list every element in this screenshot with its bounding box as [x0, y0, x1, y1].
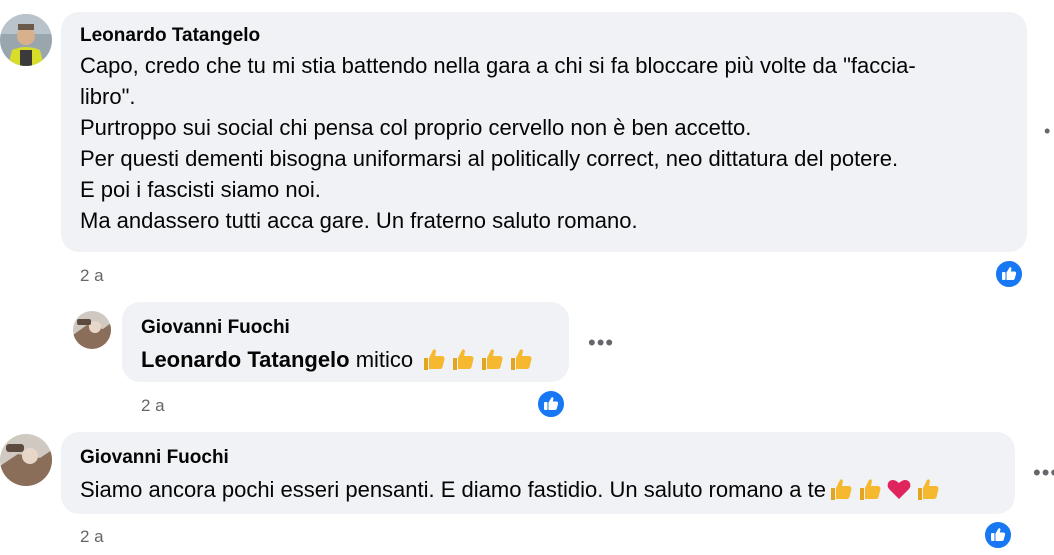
like-icon: [994, 259, 1024, 289]
thumbs-up-icon: [453, 349, 474, 370]
comment-text-line: Capo, credo che tu mi stia battendo nell…: [80, 53, 916, 78]
comment-text-line: Leonardo Tatangelo mitico: [141, 344, 551, 375]
emoji-group: [421, 347, 534, 371]
comment-bubble: Leonardo Tatangelo Capo, credo che tu mi…: [61, 12, 1027, 252]
comment-bubble: Giovanni Fuochi Siamo ancora pochi esser…: [61, 432, 1015, 514]
thumbs-up-icon: [830, 479, 852, 500]
comment-text-line: Purtroppo sui social chi pensa col propr…: [80, 115, 752, 140]
like-reaction-badge[interactable]: [536, 389, 566, 419]
reply-text: mitico: [349, 347, 420, 372]
comment-author[interactable]: Leonardo Tatangelo: [80, 24, 1009, 48]
reply-bubble: Giovanni Fuochi Leonardo Tatangelo mitic…: [122, 302, 569, 382]
comment-text-line: E poi i fascisti siamo noi.: [80, 177, 321, 202]
comment-author[interactable]: Giovanni Fuochi: [80, 446, 997, 470]
comment-timestamp[interactable]: 2 a: [141, 396, 165, 416]
avatar-giovanni-fuochi[interactable]: [0, 434, 52, 486]
like-reaction-badge[interactable]: [983, 520, 1013, 550]
comment-text: Siamo ancora pochi esseri pensanti. E di…: [80, 477, 826, 502]
like-reaction-badge[interactable]: [994, 259, 1024, 289]
thumbs-up-icon: [424, 349, 445, 370]
more-options-button[interactable]: •••: [588, 332, 614, 354]
comment-author[interactable]: Giovanni Fuochi: [141, 316, 551, 340]
avatar-giovanni-fuochi[interactable]: [73, 311, 111, 349]
comment-timestamp[interactable]: 2 a: [80, 527, 104, 547]
comment-timestamp[interactable]: 2 a: [80, 266, 104, 286]
thumbs-up-icon: [917, 479, 939, 500]
mention-link[interactable]: Leonardo Tatangelo: [141, 347, 350, 372]
avatar-leonardo-tatangelo[interactable]: [0, 14, 52, 66]
thumbs-up-icon: [511, 349, 532, 370]
emoji-group: [828, 477, 941, 501]
thumbs-up-icon: [482, 349, 503, 370]
comment-text-line: Per questi dementi bisogna uniformarsi a…: [80, 146, 899, 171]
more-options-button[interactable]: •••: [1033, 462, 1054, 484]
red-heart-icon: [887, 480, 911, 499]
thumbs-up-icon: [859, 479, 881, 500]
comment-text-line: Ma andassero tutti acca gare. Un fratern…: [80, 208, 638, 233]
like-icon: [536, 389, 566, 419]
like-icon: [983, 520, 1013, 550]
more-options-dot[interactable]: •: [1044, 122, 1051, 140]
comment-text-line: Siamo ancora pochi esseri pensanti. E di…: [80, 474, 997, 505]
comment-text-line: libro".: [80, 84, 136, 109]
